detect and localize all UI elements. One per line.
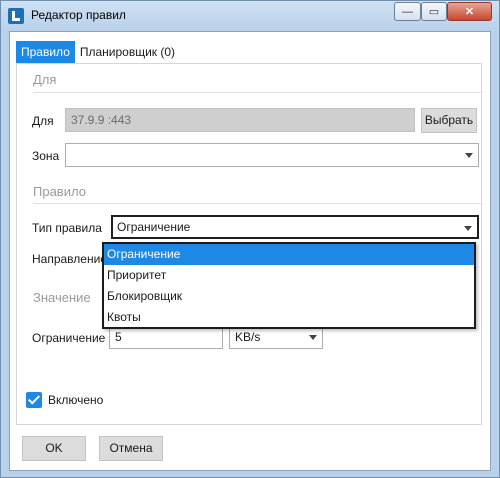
for-address-field: 37.9.9 :443: [65, 108, 415, 132]
unit-value: KB/s: [235, 330, 261, 344]
for-section-header: Для: [33, 72, 57, 87]
app-icon: [8, 8, 24, 24]
enabled-label: Включено: [48, 393, 104, 407]
zone-select[interactable]: [65, 143, 479, 167]
select-button[interactable]: Выбрать: [421, 108, 477, 133]
limit-label: Ограничение: [32, 331, 106, 345]
chevron-down-icon: [465, 153, 473, 158]
value-section-header: Значение: [33, 290, 91, 305]
for-label: Для: [32, 114, 54, 128]
minimize-button[interactable]: —: [394, 2, 421, 21]
cancel-button[interactable]: Отмена: [99, 436, 163, 461]
rule-type-dropdown-list: Ограничение Приоритет Блокировщик Квоты: [102, 242, 476, 329]
rule-type-value: Ограничение: [117, 220, 191, 234]
chevron-down-icon: [464, 226, 472, 231]
window-title: Редактор правил: [31, 8, 126, 22]
tab-rule[interactable]: Правило: [16, 41, 75, 63]
rule-section-header: Правило: [33, 184, 86, 199]
rule-editor-window: Редактор правил — ▭ ✕ Правило Планировщи…: [0, 0, 500, 478]
tab-bar: Правило Планировщик (0): [16, 41, 180, 63]
direction-label: Направление: [32, 252, 107, 266]
zone-label: Зона: [32, 149, 60, 163]
enabled-checkbox[interactable]: [26, 392, 42, 408]
for-section-divider: [33, 92, 483, 93]
dropdown-option-priority[interactable]: Приоритет: [104, 265, 474, 286]
chevron-down-icon: [309, 335, 317, 340]
close-button[interactable]: ✕: [447, 2, 492, 21]
rule-section-divider: [33, 203, 483, 204]
dropdown-option-blocker[interactable]: Блокировщик: [104, 286, 474, 307]
rule-type-select[interactable]: Ограничение: [111, 215, 479, 239]
ok-button[interactable]: OK: [22, 436, 86, 461]
maximize-button[interactable]: ▭: [421, 2, 447, 21]
title-bar[interactable]: Редактор правил — ▭ ✕: [1, 1, 499, 31]
rule-type-label: Тип правила: [32, 221, 102, 235]
dropdown-option-limit[interactable]: Ограничение: [104, 244, 474, 265]
dropdown-option-quotas[interactable]: Квоты: [104, 307, 474, 328]
tab-scheduler[interactable]: Планировщик (0): [75, 41, 180, 63]
